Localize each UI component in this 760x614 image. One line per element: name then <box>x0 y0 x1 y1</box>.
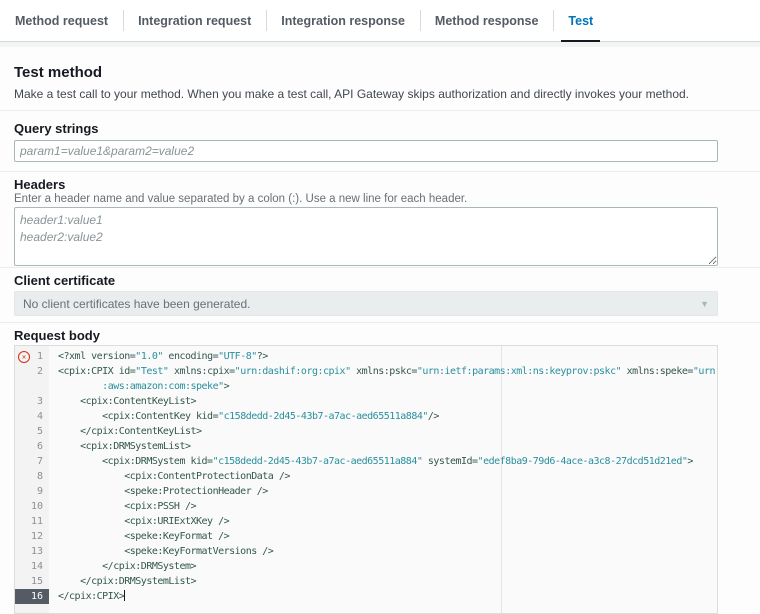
tab-label: Integration response <box>281 14 405 28</box>
client-certificate-value: No client certificates have been generat… <box>23 297 250 311</box>
line-number: 8 <box>15 469 49 484</box>
code-line[interactable]: 7 <cpix:DRMSystem kid="c158dedd-2d45-43b… <box>15 454 717 469</box>
line-number: 12 <box>15 529 49 544</box>
line-number: 10 <box>15 499 49 514</box>
line-number: 13 <box>15 544 49 559</box>
code-text: <cpix:ContentKeyList> <box>49 394 717 409</box>
client-certificate-select[interactable]: No client certificates have been generat… <box>14 291 718 316</box>
text-cursor <box>124 590 125 601</box>
test-method-page: Method request Integration request Integ… <box>0 0 760 614</box>
line-number: 5 <box>15 424 49 439</box>
line-number: 7 <box>15 454 49 469</box>
code-line[interactable]: ✕1<?xml version="1.0" encoding="UTF-8"?> <box>15 349 717 364</box>
tab-method-request[interactable]: Method request <box>0 0 123 41</box>
code-line[interactable]: 6 <cpix:DRMSystemList> <box>15 439 717 454</box>
tab-label: Method response <box>435 14 539 28</box>
code-text: </cpix:CPIX> <box>49 589 717 604</box>
code-text: <cpix:ContentProtectionData /> <box>49 469 717 484</box>
line-number: ✕1 <box>15 349 49 364</box>
code-text: <cpix:CPIX id="Test" xmlns:cpix="urn:das… <box>49 364 717 379</box>
code-line[interactable]: 10 <cpix:PSSH /> <box>15 499 717 514</box>
query-strings-input[interactable] <box>14 140 718 162</box>
line-number: 4 <box>15 409 49 424</box>
code-text: <cpix:DRMSystem kid="c158dedd-2d45-43b7-… <box>49 454 717 469</box>
code-text: <cpix:DRMSystemList> <box>49 439 717 454</box>
code-line[interactable]: 11 <cpix:URIExtXKey /> <box>15 514 717 529</box>
code-line[interactable]: :aws:amazon:com:speke"> <box>15 379 717 394</box>
tab-integration-request[interactable]: Integration request <box>123 0 266 41</box>
code-text: </cpix:DRMSystem> <box>49 559 717 574</box>
line-number: 9 <box>15 484 49 499</box>
chevron-down-icon: ▼ <box>700 299 709 309</box>
code-line[interactable]: 13 <speke:KeyFormatVersions /> <box>15 544 717 559</box>
code-line[interactable]: 9 <speke:ProtectionHeader /> <box>15 484 717 499</box>
code-line[interactable]: 15 </cpix:DRMSystemList> <box>15 574 717 589</box>
tab-integration-response[interactable]: Integration response <box>266 0 420 41</box>
code-line[interactable]: 4 <cpix:ContentKey kid="c158dedd-2d45-43… <box>15 409 717 424</box>
active-line-number: 16 <box>15 589 49 604</box>
section-divider <box>0 171 760 172</box>
tab-label: Method request <box>15 14 108 28</box>
code-text: </cpix:ContentKeyList> <box>49 424 717 439</box>
code-line[interactable]: 5 </cpix:ContentKeyList> <box>15 424 717 439</box>
headers-textarea[interactable] <box>14 207 718 266</box>
tab-test[interactable]: Test <box>553 0 608 41</box>
code-rows: ✕1<?xml version="1.0" encoding="UTF-8"?>… <box>15 349 717 604</box>
code-text: <cpix:URIExtXKey /> <box>49 514 717 529</box>
section-divider <box>0 110 760 111</box>
code-text: :aws:amazon:com:speke"> <box>49 379 717 394</box>
method-tabs: Method request Integration request Integ… <box>0 0 760 42</box>
tabbar-shadow <box>0 42 760 47</box>
request-body-editor[interactable]: ✕1<?xml version="1.0" encoding="UTF-8"?>… <box>14 345 718 614</box>
code-line[interactable]: 8 <cpix:ContentProtectionData /> <box>15 469 717 484</box>
line-number: 11 <box>15 514 49 529</box>
code-line[interactable]: 2<cpix:CPIX id="Test" xmlns:cpix="urn:da… <box>15 364 717 379</box>
code-text: <cpix:PSSH /> <box>49 499 717 514</box>
line-number: 6 <box>15 439 49 454</box>
tab-method-response[interactable]: Method response <box>420 0 554 41</box>
headers-label: Headers <box>14 177 65 192</box>
line-number: 2 <box>15 364 49 379</box>
line-number: 3 <box>15 394 49 409</box>
code-line[interactable]: 3 <cpix:ContentKeyList> <box>15 394 717 409</box>
line-number: 15 <box>15 574 49 589</box>
page-description: Make a test call to your method. When yo… <box>14 87 689 101</box>
code-line[interactable]: 12 <speke:KeyFormat /> <box>15 529 717 544</box>
tab-label: Integration request <box>138 14 251 28</box>
code-line[interactable]: 16</cpix:CPIX> <box>15 589 717 604</box>
code-text: <cpix:ContentKey kid="c158dedd-2d45-43b7… <box>49 409 717 424</box>
code-line[interactable]: 14 </cpix:DRMSystem> <box>15 559 717 574</box>
line-number: 14 <box>15 559 49 574</box>
query-strings-label: Query strings <box>14 121 99 136</box>
request-body-label: Request body <box>14 328 100 343</box>
code-text: <speke:ProtectionHeader /> <box>49 484 717 499</box>
section-divider <box>0 267 760 268</box>
client-certificate-label: Client certificate <box>14 273 115 288</box>
code-text: </cpix:DRMSystemList> <box>49 574 717 589</box>
code-text: <speke:KeyFormat /> <box>49 529 717 544</box>
page-title: Test method <box>14 64 102 81</box>
headers-help-text: Enter a header name and value separated … <box>14 193 467 205</box>
line-number <box>15 379 49 394</box>
section-divider <box>0 322 760 323</box>
code-text: <speke:KeyFormatVersions /> <box>49 544 717 559</box>
code-text: <?xml version="1.0" encoding="UTF-8"?> <box>49 349 717 364</box>
tab-label: Test <box>568 14 593 28</box>
error-icon: ✕ <box>18 351 30 363</box>
